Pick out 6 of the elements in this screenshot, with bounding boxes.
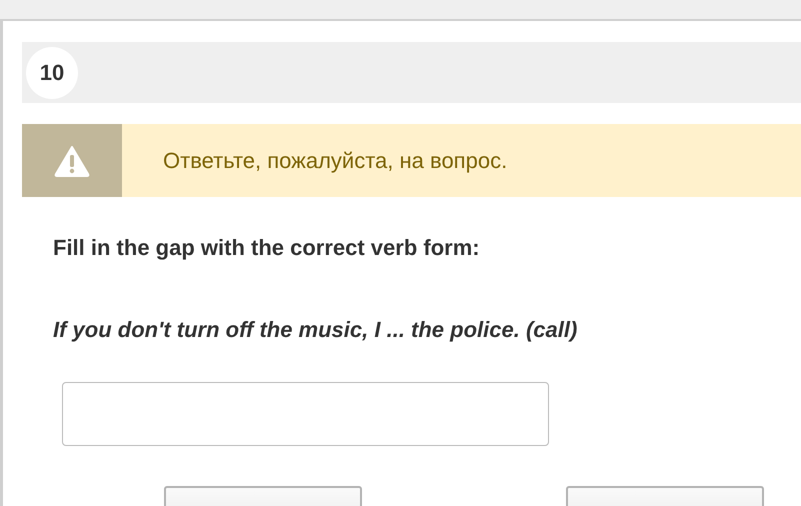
question-sentence: If you don't turn off the music, I ... the police. (call) [53, 317, 578, 343]
warning-icon [54, 144, 90, 176]
alert-message: Ответьте, пожалуйста, на вопрос. [163, 148, 508, 174]
instruction-text: Fill in the gap with the correct verb form: [53, 235, 481, 261]
answer-field[interactable] [62, 382, 549, 446]
question-number: 10 [26, 46, 78, 98]
